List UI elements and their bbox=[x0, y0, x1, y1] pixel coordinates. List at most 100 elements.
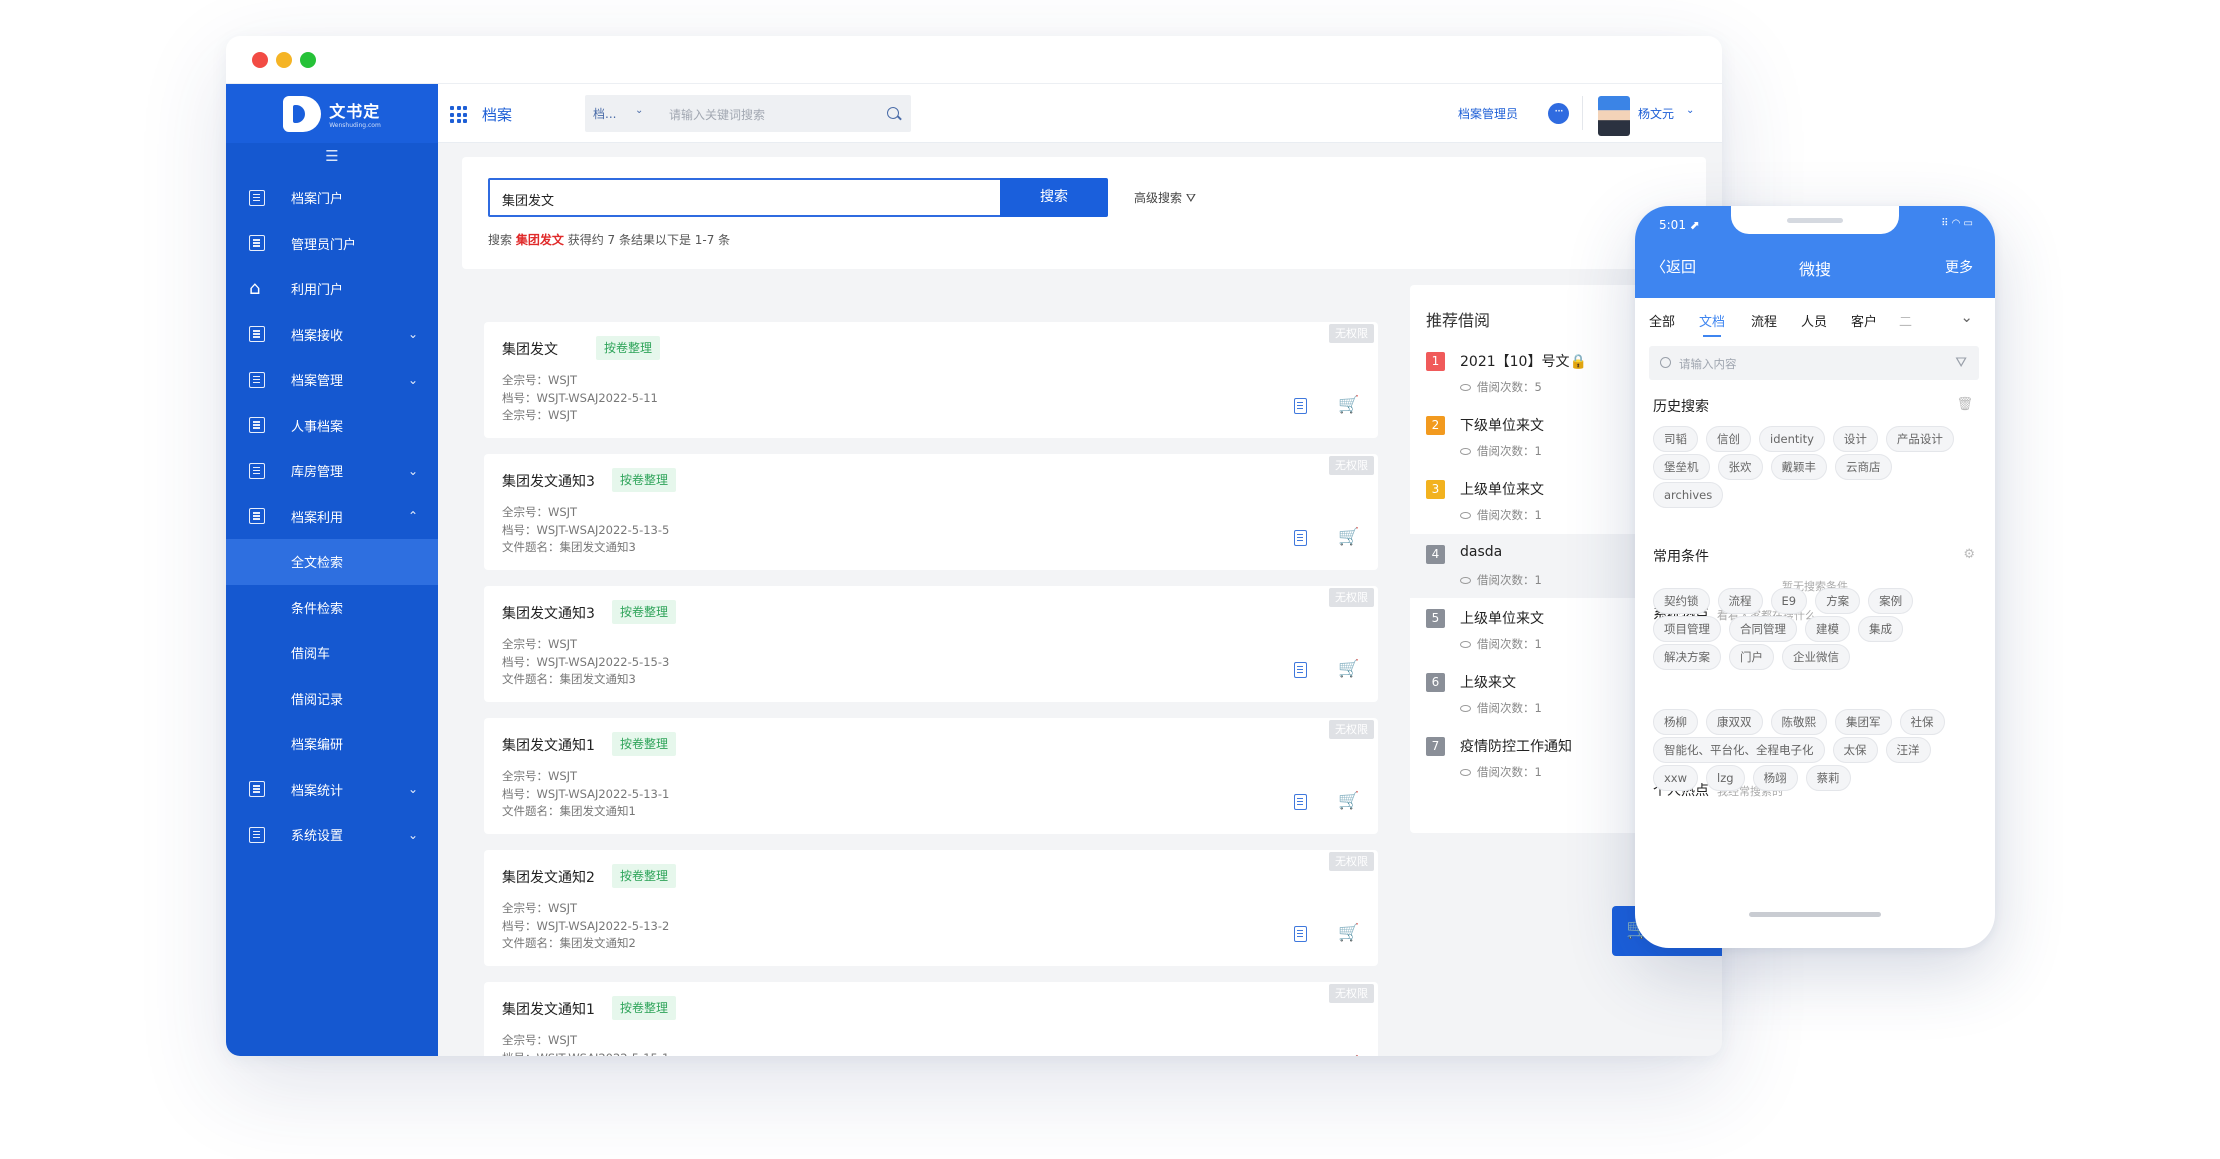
sidebar-item-0[interactable]: 档案门户 bbox=[226, 175, 438, 221]
recommend-name[interactable]: 上级来文 bbox=[1460, 672, 1516, 692]
add-to-cart-icon[interactable]: 🛒 bbox=[1338, 396, 1359, 414]
user-name[interactable]: 杨文元 bbox=[1638, 105, 1674, 122]
result-card[interactable]: 集团发文通知3 按卷整理 无权限 全宗号：WSJT 档号：WSJT-WSAJ2022-5… bbox=[484, 586, 1378, 702]
search-chip[interactable]: 司韬 bbox=[1653, 426, 1698, 452]
sidebar-item-14[interactable]: 系统设置 ⌄ bbox=[226, 812, 438, 858]
search-chip[interactable]: 集团军 bbox=[1835, 709, 1892, 735]
minimize-window-button[interactable] bbox=[276, 52, 292, 68]
sidebar-item-12[interactable]: 档案编研 bbox=[226, 721, 438, 767]
fulltext-search-input[interactable]: 集团发文 bbox=[488, 178, 1002, 217]
result-card[interactable]: 集团发文通知1 按卷整理 无权限全宗号：WSJT 档号：WSJT-WSAJ2022-5… bbox=[484, 982, 1378, 1056]
phone-back-button[interactable]: 〈返回 bbox=[1651, 256, 1696, 277]
search-chip[interactable]: xxw bbox=[1653, 765, 1699, 791]
sidebar-item-7[interactable]: 档案利用 ⌃ bbox=[226, 494, 438, 540]
add-to-cart-icon[interactable]: 🛒 bbox=[1338, 792, 1359, 810]
sidebar-collapse-icon[interactable]: ☰ bbox=[226, 147, 438, 175]
search-chip[interactable]: lzg bbox=[1706, 765, 1745, 791]
search-scope-select[interactable]: 档... bbox=[593, 105, 616, 122]
sidebar-item-4[interactable]: 档案管理 ⌄ bbox=[226, 357, 438, 403]
more-icon[interactable]: ··· bbox=[1548, 103, 1569, 124]
logo[interactable]: 文书定 Wenshuding.com bbox=[226, 84, 438, 143]
result-card[interactable]: 集团发文通知1 按卷整理 无权限全宗号：WSJT 档号：WSJT-WSAJ2022-5… bbox=[484, 718, 1378, 834]
sidebar-item-11[interactable]: 借阅记录 bbox=[226, 676, 438, 722]
recommend-name[interactable]: 疫情防控工作通知 bbox=[1460, 736, 1572, 756]
chevron-down-icon[interactable]: ⌄ bbox=[635, 105, 643, 116]
chevron-up-icon[interactable]: ⌃ bbox=[408, 509, 418, 523]
module-title[interactable]: 档案 bbox=[482, 104, 512, 125]
sidebar-item-13[interactable]: 档案统计 ⌄ bbox=[226, 767, 438, 813]
search-chip[interactable]: 设计 bbox=[1832, 426, 1878, 452]
maximize-window-button[interactable] bbox=[300, 52, 316, 68]
close-window-button[interactable] bbox=[252, 52, 268, 68]
search-chip[interactable]: 堡垒机 bbox=[1653, 454, 1710, 480]
recommend-name[interactable]: 2021【10】号文🔒 bbox=[1460, 351, 1587, 371]
result-card[interactable]: 集团发文通知2 按卷整理 无权限 全宗号：WSJT 档号：WSJT-WSAJ2022-5… bbox=[484, 850, 1378, 966]
result-card[interactable]: 集团发文通知3 按卷整理 无权限 全宗号：WSJT 档号：WSJT-WSAJ2022-5… bbox=[484, 454, 1378, 570]
user-role[interactable]: 档案管理员 bbox=[1458, 105, 1518, 122]
search-chip[interactable]: 杨柳 bbox=[1653, 709, 1698, 735]
search-chip[interactable]: 汪洋 bbox=[1885, 737, 1931, 763]
search-chip[interactable]: E9 bbox=[1770, 588, 1808, 614]
sidebar-item-6[interactable]: 库房管理 ⌄ bbox=[226, 448, 438, 494]
advanced-search-link[interactable]: 高级搜索 ⛛ bbox=[1134, 189, 1196, 206]
document-icon[interactable] bbox=[1294, 926, 1307, 942]
search-chip[interactable]: 蔡莉 bbox=[1805, 765, 1851, 791]
user-menu-chevron-icon[interactable]: ⌄ bbox=[1686, 105, 1694, 116]
search-chip[interactable]: 解决方案 bbox=[1653, 644, 1721, 670]
phone-tab[interactable]: 人员 bbox=[1801, 311, 1827, 330]
search-chip[interactable]: 云商店 bbox=[1835, 454, 1892, 480]
result-title[interactable]: 集团发文通知1 bbox=[502, 735, 595, 755]
header-search[interactable]: 档... ⌄ 请输入关键词搜索 bbox=[585, 95, 911, 132]
filter-icon[interactable]: ⛛ bbox=[1955, 355, 1967, 371]
search-chip[interactable]: 信创 bbox=[1706, 426, 1751, 452]
search-chip[interactable]: 产品设计 bbox=[1885, 426, 1954, 452]
chevron-down-icon[interactable]: ⌄ bbox=[408, 782, 418, 796]
sidebar-item-3[interactable]: 档案接收 ⌄ bbox=[226, 312, 438, 358]
search-chip[interactable]: 契约锁 bbox=[1653, 588, 1710, 614]
recommend-name[interactable]: dasda bbox=[1460, 544, 1502, 560]
tabs-chevron-down-icon[interactable]: ⌄ bbox=[1960, 308, 1973, 326]
result-title[interactable]: 集团发文通知3 bbox=[502, 603, 595, 623]
phone-search-input[interactable]: 请输入内容 ⛛ bbox=[1649, 346, 1979, 380]
sidebar-item-9[interactable]: 条件检索 bbox=[226, 585, 438, 631]
document-icon[interactable] bbox=[1294, 662, 1307, 678]
add-to-cart-icon[interactable]: 🛒 bbox=[1338, 924, 1359, 942]
chevron-down-icon[interactable]: ⌄ bbox=[408, 464, 418, 478]
document-icon[interactable] bbox=[1294, 530, 1307, 546]
search-icon[interactable] bbox=[887, 107, 899, 119]
result-title[interactable]: 集团发文通知3 bbox=[502, 471, 595, 491]
document-icon[interactable] bbox=[1294, 794, 1307, 810]
search-chip[interactable]: 合同管理 bbox=[1729, 616, 1797, 642]
header-search-input[interactable]: 请输入关键词搜索 bbox=[669, 106, 765, 123]
chevron-down-icon[interactable]: ⌄ bbox=[408, 327, 418, 341]
recommend-name[interactable]: 上级单位来文 bbox=[1460, 608, 1544, 628]
search-chip[interactable]: 太保 bbox=[1832, 737, 1878, 763]
apps-grid-icon[interactable] bbox=[450, 106, 467, 123]
sidebar-item-1[interactable]: 管理员门户 bbox=[226, 221, 438, 267]
search-chip[interactable]: 建模 bbox=[1805, 616, 1850, 642]
search-chip[interactable]: 社保 bbox=[1899, 709, 1945, 735]
recommend-name[interactable]: 上级单位来文 bbox=[1460, 479, 1544, 499]
search-chip[interactable]: archives bbox=[1653, 482, 1724, 508]
result-title[interactable]: 集团发文通知2 bbox=[502, 867, 595, 887]
search-chip[interactable]: 方案 bbox=[1815, 588, 1861, 614]
chevron-down-icon[interactable]: ⌄ bbox=[408, 828, 418, 842]
search-chip[interactable]: 流程 bbox=[1717, 588, 1763, 614]
add-to-cart-icon[interactable]: 🛒 bbox=[1338, 528, 1359, 546]
phone-tab[interactable]: 客户 bbox=[1851, 311, 1877, 330]
search-chip[interactable]: 门户 bbox=[1729, 644, 1774, 670]
search-chip[interactable]: 企业微信 bbox=[1782, 644, 1850, 670]
phone-tab[interactable]: 全部 bbox=[1649, 311, 1675, 330]
sidebar-item-8[interactable]: 全文检索 bbox=[226, 539, 438, 585]
result-title[interactable]: 集团发文 bbox=[502, 339, 558, 359]
gear-icon[interactable]: ⚙ bbox=[1963, 547, 1975, 562]
search-chip[interactable]: 陈敬熙 bbox=[1770, 709, 1827, 735]
phone-tab[interactable]: 文档 bbox=[1699, 311, 1725, 337]
sidebar-item-5[interactable]: 人事档案 bbox=[226, 403, 438, 449]
search-chip[interactable]: 项目管理 bbox=[1653, 616, 1721, 642]
add-to-cart-icon[interactable]: 🛒 bbox=[1338, 660, 1359, 678]
sidebar-item-2[interactable]: ⌂ 利用门户 bbox=[226, 266, 438, 312]
search-chip[interactable]: identity bbox=[1759, 426, 1825, 452]
search-chip[interactable]: 张欢 bbox=[1717, 454, 1763, 480]
sidebar-item-10[interactable]: 借阅车 bbox=[226, 630, 438, 676]
